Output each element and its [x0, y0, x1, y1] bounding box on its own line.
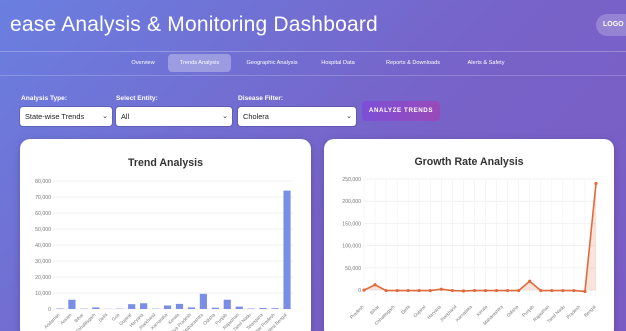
bar — [283, 190, 291, 309]
chevron-down-icon: ⌄ — [222, 113, 228, 120]
series-line — [363, 183, 597, 293]
y-tick-label: 30,000 — [35, 259, 51, 265]
x-tick-label: Delhi — [98, 312, 109, 323]
tab-trends-analysis[interactable]: Trends Analysis — [168, 54, 231, 72]
disease-value: Cholera — [243, 112, 269, 121]
data-point — [506, 288, 510, 293]
disease-select[interactable]: Cholera ⌄ — [238, 107, 356, 126]
disease-label: Disease Filter: — [238, 95, 284, 102]
trend-bar-chart: 0 10,000 20,000 30,000 40,000 50,000 60,000 70,… — [35, 179, 293, 331]
growth-line-chart: 0 50,000 100,000 150,000 200,000 250,000 Prade… — [342, 177, 598, 326]
bar — [140, 303, 148, 309]
data-point — [550, 288, 554, 293]
data-point — [483, 288, 488, 293]
y-tick-label: 60,000 — [35, 211, 51, 217]
bar — [235, 306, 243, 309]
x-tick-label: Goa — [111, 312, 121, 322]
data-point — [583, 289, 587, 294]
data-point — [494, 288, 499, 293]
y-tick-label: 100,000 — [342, 244, 361, 250]
x-tick-label: Punjab — [521, 304, 535, 318]
data-point — [384, 288, 388, 293]
analysis-type-value: State-wise Trends — [25, 112, 85, 121]
bar — [199, 293, 207, 309]
x-tick-label: Odisha — [202, 312, 216, 326]
chevron-down-icon: ⌄ — [346, 113, 352, 120]
y-tick-label: 70,000 — [35, 195, 51, 201]
bar — [175, 303, 184, 309]
bar — [68, 299, 76, 309]
y-tick-label: 80,000 — [35, 179, 51, 185]
x-tick-label: Karnataka — [455, 304, 474, 323]
tab-hospital-data[interactable]: Hospital Data — [314, 54, 362, 72]
data-point — [461, 289, 466, 293]
tab-geographic-analysis[interactable]: Geographic Analysis — [240, 54, 304, 72]
x-tick-label: Andaman — [43, 312, 61, 330]
tab-alerts-safety[interactable]: Alerts & Safety — [460, 54, 512, 72]
data-point — [528, 279, 532, 283]
analyze-trends-button[interactable]: ANALYZE TRENDS — [362, 101, 440, 121]
data-point — [539, 288, 543, 293]
x-tick-label: Assam — [59, 312, 73, 326]
y-tick-label: 200,000 — [342, 199, 361, 205]
data-point — [472, 288, 477, 293]
data-point — [428, 288, 432, 293]
chevron-down-icon: ⌄ — [102, 113, 108, 120]
logout-button[interactable]: LOGO — [596, 14, 626, 36]
x-tick-label: Bihar — [369, 304, 380, 315]
bar — [187, 307, 196, 309]
tab-reports-downloads[interactable]: Reports & Downloads — [378, 54, 448, 72]
bar — [163, 305, 172, 309]
growth-rate-card: Growth Rate Analysis 0 50,000 100,000 150,0… — [324, 139, 614, 331]
y-tick-label: 0 — [358, 288, 361, 294]
bar — [271, 308, 279, 309]
top-header: ease Analysis & Monitoring Dashboard LOG… — [0, 0, 626, 52]
y-tick-label: 150,000 — [342, 221, 361, 227]
data-point — [395, 288, 399, 293]
entity-label: Select Entity: — [116, 95, 158, 102]
x-tick-label: Odisha — [506, 304, 520, 318]
entity-select[interactable]: All ⌄ — [116, 107, 232, 126]
bar — [223, 299, 231, 309]
y-tick-label: 10,000 — [35, 291, 51, 297]
app-title: ease Analysis & Monitoring Dashboard — [10, 13, 378, 36]
y-tick-label: 0 — [48, 307, 51, 313]
y-tick-label: 50,000 — [345, 266, 361, 272]
data-point — [517, 288, 521, 293]
bar — [211, 307, 219, 309]
data-point — [406, 288, 410, 293]
analysis-type-select[interactable]: State-wise Trends ⌄ — [20, 107, 112, 126]
data-point — [450, 288, 454, 293]
data-point — [572, 288, 576, 293]
x-tick-label: Delhi — [400, 304, 411, 315]
data-point — [373, 283, 377, 287]
bar — [92, 307, 100, 309]
analysis-type-label: Analysis Type: — [21, 95, 68, 102]
data-point — [362, 288, 366, 292]
data-point — [439, 287, 443, 291]
x-tick-label: Kerala — [476, 304, 489, 317]
x-tick-label: Pradesh — [566, 304, 582, 320]
entity-value: All — [121, 112, 130, 121]
tab-bar: Overview Trends Analysis Geographic Anal… — [0, 52, 626, 76]
data-point — [561, 288, 565, 293]
x-tick-label: Bengal — [583, 304, 597, 318]
bar — [128, 304, 136, 309]
y-tick-label: 20,000 — [35, 275, 51, 281]
x-tick-label: Pradesh — [349, 304, 365, 320]
data-point — [417, 288, 421, 293]
x-tick-label: Gujarat — [412, 304, 427, 319]
tab-overview[interactable]: Overview — [123, 54, 163, 72]
bar — [259, 308, 267, 309]
trend-analysis-card: Trend Analysis 0 10,000 20,000 30,000 40,000… — [20, 139, 311, 331]
y-tick-label: 250,000 — [342, 177, 361, 183]
y-tick-label: 50,000 — [35, 227, 51, 233]
y-tick-label: 40,000 — [35, 243, 51, 249]
data-point — [594, 181, 598, 186]
series-area — [364, 183, 596, 292]
